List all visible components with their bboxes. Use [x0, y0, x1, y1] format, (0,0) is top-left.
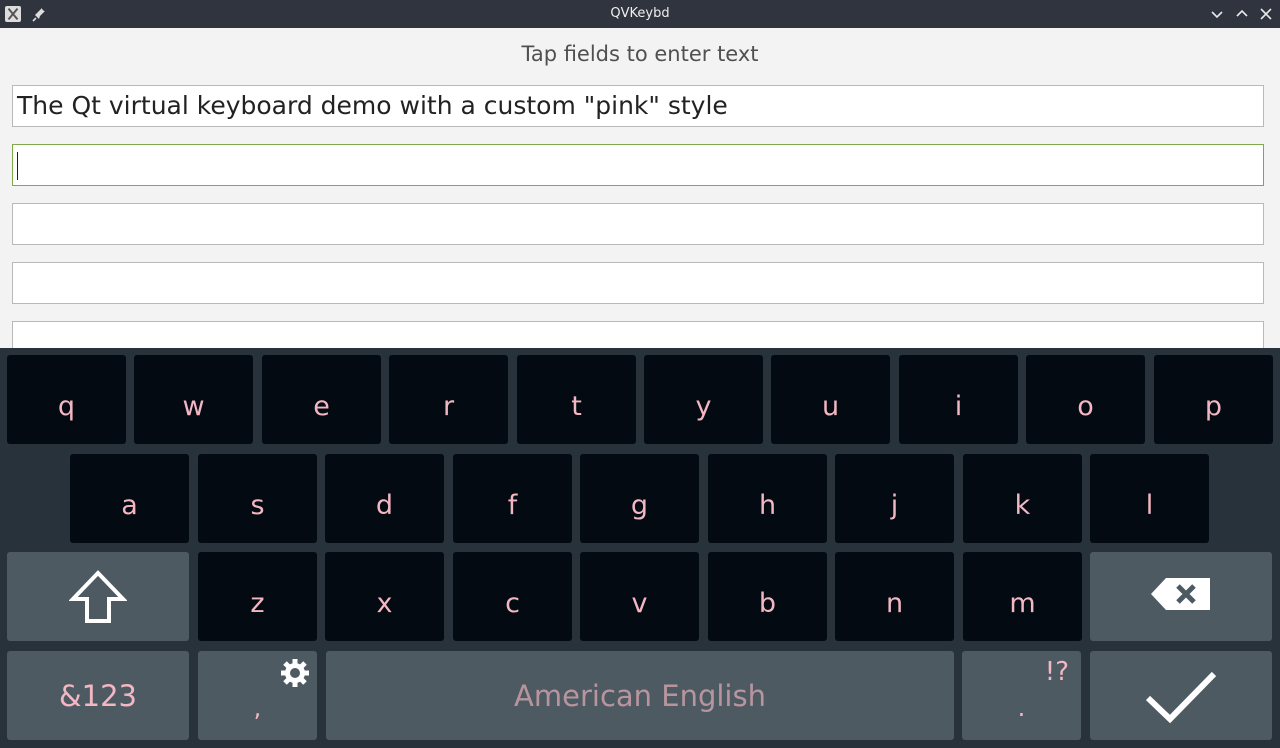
enter-key-content [1090, 651, 1272, 740]
key-label: h [758, 490, 777, 521]
symbols-key[interactable]: &123 [7, 651, 189, 740]
text-field-1[interactable]: The Qt virtual keyboard demo with a cust… [12, 85, 1264, 127]
key-g[interactable]: g [580, 454, 699, 543]
shift-key[interactable] [7, 552, 189, 641]
key-label: k [1014, 490, 1031, 521]
key-label: d [375, 490, 394, 521]
key-n[interactable]: n [835, 552, 954, 641]
key-m[interactable]: m [963, 552, 1082, 641]
period-label: . [1017, 694, 1026, 722]
space-key[interactable]: American English [326, 651, 954, 740]
text-field-3[interactable] [12, 203, 1264, 245]
enter-key[interactable] [1090, 651, 1272, 740]
key-d[interactable]: d [325, 454, 444, 543]
key-label: n [885, 588, 904, 619]
key-u[interactable]: u [771, 355, 890, 444]
window-title: QVKeybd [610, 6, 670, 21]
key-label: v [631, 588, 648, 619]
key-k[interactable]: k [963, 454, 1082, 543]
key-label: m [1009, 588, 1036, 619]
key-label: z [250, 588, 265, 619]
minimize-icon[interactable] [1208, 5, 1226, 23]
key-x[interactable]: x [325, 552, 444, 641]
gear-icon [281, 659, 309, 687]
key-q[interactable]: q [7, 355, 126, 444]
backspace-key[interactable] [1090, 552, 1272, 641]
close-icon[interactable] [1257, 5, 1275, 23]
key-j[interactable]: j [835, 454, 954, 543]
key-l[interactable]: l [1090, 454, 1209, 543]
key-y[interactable]: y [644, 355, 763, 444]
key-label: a [121, 490, 138, 521]
key-label: b [758, 588, 777, 619]
key-label: l [1145, 490, 1154, 521]
key-label: r [442, 391, 455, 422]
text-field-4[interactable] [12, 262, 1264, 304]
key-a[interactable]: a [70, 454, 189, 543]
key-label: s [250, 490, 265, 521]
key-label: w [182, 391, 205, 422]
maximize-icon[interactable] [1233, 5, 1251, 23]
text-caret [17, 152, 18, 180]
key-s[interactable]: s [198, 454, 317, 543]
key-label: e [313, 391, 330, 422]
key-e[interactable]: e [262, 355, 381, 444]
key-o[interactable]: o [1026, 355, 1145, 444]
backspace-icon [1151, 577, 1210, 610]
comma-label: , [253, 694, 262, 722]
key-label: f [507, 490, 518, 521]
key-label: o [1077, 391, 1094, 422]
key-label: x [376, 588, 393, 619]
key-label: i [954, 391, 963, 422]
shift-key-content [7, 552, 189, 641]
title-bar: QVKeybd [0, 0, 1280, 28]
punctuation-hint: !? [1044, 657, 1069, 687]
key-z[interactable]: z [198, 552, 317, 641]
checkmark-icon [1145, 671, 1217, 723]
key-i[interactable]: i [899, 355, 1018, 444]
key-r[interactable]: r [389, 355, 508, 444]
key-w[interactable]: w [134, 355, 253, 444]
key-label: q [57, 391, 76, 422]
period-key[interactable]: !? . [962, 651, 1081, 740]
symbols-key-label: &123 [59, 678, 137, 713]
text-field-2[interactable] [12, 144, 1264, 186]
backspace-key-content [1090, 552, 1272, 641]
key-v[interactable]: v [580, 552, 699, 641]
key-b[interactable]: b [708, 552, 827, 641]
key-p[interactable]: p [1154, 355, 1273, 444]
key-label: g [630, 490, 649, 521]
key-label: c [505, 588, 520, 619]
comma-key[interactable]: , [198, 651, 317, 740]
instruction-label: Tap fields to enter text [521, 42, 759, 66]
key-label: p [1204, 391, 1223, 422]
virtual-keyboard: q w e r t y u i o p a s d f g h j k l z … [0, 348, 1280, 748]
shift-icon [69, 569, 127, 623]
space-key-label: American English [514, 678, 766, 713]
key-label: u [821, 391, 840, 422]
key-t[interactable]: t [517, 355, 636, 444]
key-label: y [695, 391, 712, 422]
key-h[interactable]: h [708, 454, 827, 543]
key-label: j [890, 490, 899, 521]
key-f[interactable]: f [453, 454, 572, 543]
key-c[interactable]: c [453, 552, 572, 641]
key-label: t [571, 391, 582, 422]
